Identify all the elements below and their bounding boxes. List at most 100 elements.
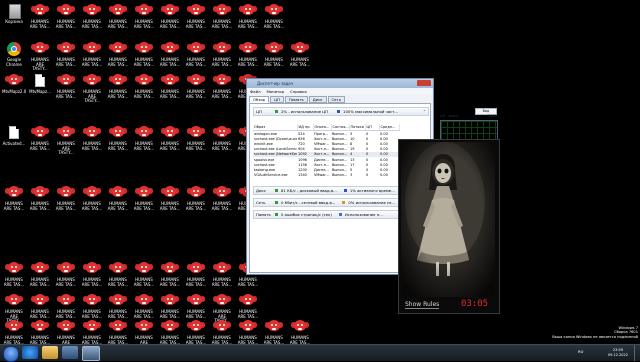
menu-file[interactable]: Файл [250,89,261,94]
desktop-icon-file[interactable]: Activated... [2,123,26,163]
desktop-icon-label: HUMANS ARE TAS... [159,57,181,67]
media-player-icon[interactable] [62,346,78,359]
desktop-icon-humans-are-tasty[interactable]: HUMANS ARE TAS... [158,71,182,111]
desktop-icon-label: HUMANS ARE TAS... [211,277,233,287]
desktop-icon-label: HUMANS ARE TAS... [29,141,51,151]
table-cell: Диспе... [314,157,329,162]
desktop-icon-humans-are-tasty[interactable]: HUMANS ARE TAS... [288,39,312,79]
desktop-icon-label: HUMANS ARE TAS... [107,89,129,99]
desktop-icon-humans-are-tasty[interactable]: HUMANS ARE TAS... [210,71,234,111]
red-ghost-icon [187,294,205,308]
desktop-icon-humans-are-tasty[interactable]: HUMANS ARE TAS... [132,1,156,41]
tab-network[interactable]: Сеть [327,96,345,103]
language-indicator[interactable]: RU [578,349,583,354]
tab-cpu[interactable]: ЦП [270,96,284,103]
desktop-icon-humans-are-tasty[interactable]: HUMANS ARE TAS... [210,1,234,41]
title-bar[interactable]: Диспетчер задач [247,79,433,88]
red-ghost-icon [213,4,231,18]
red-ghost-icon [31,126,49,140]
desktop-icon-humans-are-tasty[interactable]: HUMANS ARE TAS... [158,1,182,41]
show-desktop-button[interactable] [634,345,640,361]
red-ghost-icon [109,74,127,88]
red-ghost-icon [83,126,101,140]
collapse-icon[interactable]: ⌃ [423,109,426,114]
red-ghost-icon [5,320,23,334]
desktop-icon-humans-are-tasty[interactable]: HUMANS ARE TAS... [28,183,52,223]
ie-icon[interactable] [22,346,38,359]
desktop-icon-humans-are-tasty[interactable]: HUMANS ARE TAS... [132,183,156,223]
desktop-icon-humans-are-tasty[interactable]: HUMANS ARE TASTY... [80,71,104,111]
cpu-graph [440,120,498,140]
desktop-icon-label: HUMANS ARE TAS... [55,201,77,211]
graph-percent: 100% [488,114,498,118]
desktop-icon-label: HUMANS ARE TAS... [81,19,103,29]
desktop-icon-humans-are-tasty[interactable]: HUMANS ARE TAS... [28,1,52,41]
menu-monitor[interactable]: Монитор [267,89,285,94]
desktop-icon-humans-are-tasty[interactable]: HUMANS ARE TAS... [106,183,130,223]
desktop-icon-humans-are-tasty[interactable]: HUMANS ARE TAS... [106,123,130,163]
network-section-label: Сеть [256,200,266,205]
desktop-icon-humans-are-tasty[interactable]: HUMANS ARE TAS... [158,123,182,163]
table-cell: 0 [366,173,369,178]
desktop-icon-humans-are-tasty[interactable]: HUMANS ARE TAS... [236,1,260,41]
desktop-icon-humans-are-tasty[interactable]: HUMANS ARE TAS... [210,183,234,223]
desktop-icon-humans-are-tasty[interactable]: HUMANS ARE TASTY... [54,123,78,163]
desktop-icon-label: Google Chrome [6,57,22,67]
desktop-icon-label: HUMANS ARE TAS... [263,57,285,67]
menu-help[interactable]: Справка [290,89,307,94]
task-manager-taskbar-button[interactable] [82,346,100,361]
desktop-icon-humans-are-tasty[interactable]: HUMANS ARE TAS... [54,183,78,223]
desktop-icon-humans-are-tasty[interactable]: HUMANS ARE TAS... [262,1,286,41]
desktop-icon-humans-are-tasty[interactable]: HUMANS ARE TAS... [132,123,156,163]
table-cell: Выпол... [332,173,348,178]
table-cell: Хост-п... [314,162,330,167]
desktop-icon-file[interactable]: MtvMapz... [28,71,52,111]
desktop-icon-humans-are-tasty[interactable]: HUMANS ARE TAS... [106,1,130,41]
desktop-icon-label: HUMANS ARE TAS... [55,57,77,67]
red-ghost-icon [265,42,283,56]
desktop-icon-humans-are-tasty[interactable]: HUMANS ARE TAS... [184,71,208,111]
desktop-icon-humans-are-tasty[interactable]: HUMANS ARE TAS... [80,123,104,163]
table-row[interactable]: VGAuthService.exe 1340 VMwar... Выпол... 3 0 0… [253,173,399,178]
desktop-icon-humans-are-tasty[interactable]: HUMANS ARE TAS... [158,183,182,223]
desktop-icon-humans-are-tasty[interactable]: HUMANS ARE TAS... [106,71,130,111]
clock[interactable]: 23:59 09.12.2022 [608,348,628,357]
desktop-icon-humans-are-tasty[interactable]: HUMANS ARE TAS... [184,1,208,41]
red-ghost-icon [83,294,101,308]
desktop-icon-label: HUMANS ARE TAS... [185,141,207,151]
tab-overview[interactable]: Обзор [249,96,270,103]
explorer-icon[interactable] [42,346,58,359]
cpu-section-header[interactable]: ЦП 2% - использование ЦП 100% максимальн… [253,107,429,116]
desktop-icon-label: HUMANS ARE TAS... [211,57,233,67]
desktop-icon-ghost[interactable]: MtvMapz2.0 [2,71,26,111]
desktop-icon-humans-are-tasty[interactable]: HUMANS ARE TAS... [184,183,208,223]
cpu-freq-icon [337,110,341,113]
desktop-icon-label: HUMANS ARE TAS... [133,89,155,99]
watermark-line-3: Ваша копия Windows не является подлинной [552,334,638,339]
desktop-icon-humans-are-tasty[interactable]: HUMANS ARE TAS... [80,183,104,223]
desktop-icon-humans-are-tasty[interactable]: HUMANS ARE TAS... [262,39,286,79]
desktop-icon-humans-are-tasty[interactable]: HUMANS ARE TAS... [210,123,234,163]
desktop-icon-label: HUMANS ARE TAS... [133,19,155,29]
desktop-icon-label: HUMANS ARE TASTY... [57,141,75,156]
desktop-icon-humans-are-tasty[interactable]: HUMANS ARE TAS... [184,123,208,163]
desktop-icon-label: HUMANS ARE TAS... [81,57,103,67]
desktop-icon-label: HUMANS ARE TAS... [159,141,181,151]
tab-memory[interactable]: Память [284,96,308,103]
desktop-icon-humans-are-tasty[interactable]: HUMANS ARE TAS... [132,71,156,111]
red-ghost-icon [57,320,75,334]
desktop-icon-label: HUMANS ARE TAS... [159,19,181,29]
desktop-icon-humans-are-tasty[interactable]: HUMANS ARE TAS... [2,183,26,223]
desktop-icon-humans-are-tasty[interactable]: HUMANS ARE TAS... [80,1,104,41]
desktop-icon-humans-are-tasty[interactable]: HUMANS ARE TAS... [54,71,78,111]
desktop-icon-label: HUMANS ARE TAS... [211,19,233,29]
show-rules-button[interactable]: Show Rules [405,301,440,309]
red-ghost-icon [187,320,205,334]
close-icon[interactable] [417,80,431,86]
desktop-icon-humans-are-tasty[interactable]: HUMANS ARE TAS... [28,123,52,163]
tab-disk[interactable]: Диск [308,96,327,103]
desktop-icon-recycle[interactable]: Корзина [2,1,26,41]
desktop-icon-humans-are-tasty[interactable]: HUMANS ARE TAS... [54,1,78,41]
red-ghost-icon [135,42,153,56]
table-cell: Выпол... [331,151,349,157]
